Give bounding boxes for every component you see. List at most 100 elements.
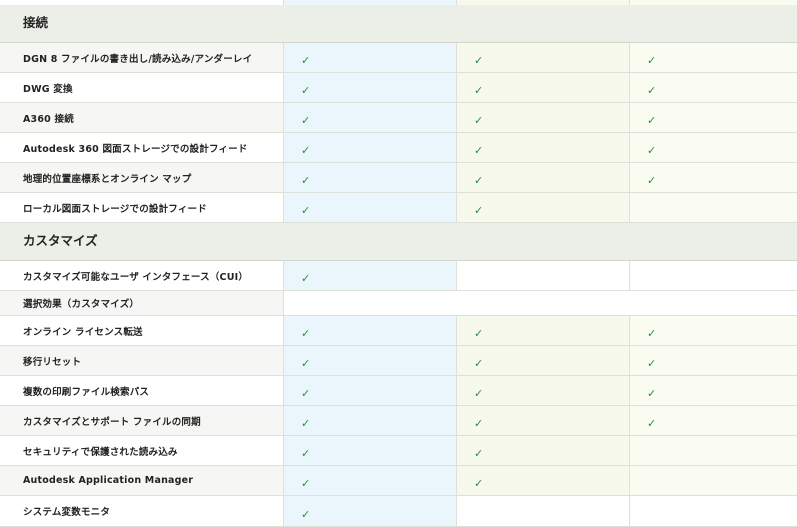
empty-cell [630,466,797,495]
check-icon: ✓ [301,477,311,490]
feature-label: A360 接続 [0,103,284,132]
check-cell: ✓ [284,346,457,375]
empty-cell [457,261,630,290]
check-icon: ✓ [474,357,484,370]
check-cell: ✓ [457,466,630,495]
feature-comparison-table: 接続 DGN 8 ファイルの書き出し/読み込み/アンダーレイ ✓ ✓ ✓ DWG… [0,0,797,527]
feature-label: オンライン ライセンス転送 [0,316,284,345]
check-cell: ✓ [284,376,457,405]
check-cell: ✓ [457,43,630,72]
table-row: オンライン ライセンス転送 ✓ ✓ ✓ [0,316,797,346]
check-icon: ✓ [474,144,484,157]
check-icon: ✓ [647,54,657,67]
check-cell: ✓ [284,43,457,72]
empty-cell [284,291,797,315]
check-cell: ✓ [630,133,797,162]
check-cell: ✓ [630,346,797,375]
check-icon: ✓ [474,477,484,490]
check-icon: ✓ [301,327,311,340]
check-icon: ✓ [647,387,657,400]
feature-label: DGN 8 ファイルの書き出し/読み込み/アンダーレイ [0,43,284,72]
check-cell: ✓ [284,496,457,526]
feature-label: セキュリティで保護された読み込み [0,436,284,465]
feature-label: DWG 変換 [0,73,284,102]
feature-label: 複数の印刷ファイル検索パス [0,376,284,405]
section-title: カスタマイズ [23,233,98,249]
check-cell: ✓ [284,73,457,102]
check-icon: ✓ [301,54,311,67]
feature-label: 地理的位置座標系とオンライン マップ [0,163,284,192]
check-icon: ✓ [647,327,657,340]
table-row: 移行リセット ✓ ✓ ✓ [0,346,797,376]
check-icon: ✓ [474,204,484,217]
check-cell: ✓ [457,376,630,405]
table-row: Autodesk 360 図面ストレージでの設計フィード ✓ ✓ ✓ [0,133,797,163]
check-icon: ✓ [474,447,484,460]
check-cell: ✓ [457,316,630,345]
check-cell: ✓ [284,466,457,495]
check-cell: ✓ [630,406,797,435]
check-cell: ✓ [284,193,457,222]
check-cell: ✓ [457,193,630,222]
check-icon: ✓ [301,417,311,430]
table-row: 地理的位置座標系とオンライン マップ ✓ ✓ ✓ [0,163,797,193]
check-cell: ✓ [284,103,457,132]
table-row: DWG 変換 ✓ ✓ ✓ [0,73,797,103]
check-icon: ✓ [474,387,484,400]
table-row: A360 接続 ✓ ✓ ✓ [0,103,797,133]
check-icon: ✓ [301,272,311,285]
check-cell: ✓ [630,43,797,72]
table-row: Autodesk Application Manager ✓ ✓ [0,466,797,496]
check-icon: ✓ [474,54,484,67]
feature-label: 移行リセット [0,346,284,375]
check-cell: ✓ [630,163,797,192]
feature-label: カスタマイズとサポート ファイルの同期 [0,406,284,435]
feature-label: カスタマイズ可能なユーザ インタフェース（CUI） [0,261,284,290]
check-icon: ✓ [301,204,311,217]
feature-label: 選択効果（カスタマイズ） [0,291,284,315]
check-icon: ✓ [301,357,311,370]
check-cell: ✓ [457,133,630,162]
table-row: システム変数モニタ ✓ [0,496,797,527]
feature-label: Autodesk 360 図面ストレージでの設計フィード [0,133,284,162]
check-icon: ✓ [647,84,657,97]
check-cell: ✓ [457,346,630,375]
check-icon: ✓ [474,114,484,127]
check-icon: ✓ [301,447,311,460]
check-icon: ✓ [647,144,657,157]
table-row: カスタマイズ可能なユーザ インタフェース（CUI） ✓ [0,261,797,291]
check-cell: ✓ [457,103,630,132]
check-cell: ✓ [630,316,797,345]
check-icon: ✓ [301,507,311,521]
check-icon: ✓ [301,387,311,400]
check-cell: ✓ [457,163,630,192]
check-cell: ✓ [630,103,797,132]
check-icon: ✓ [301,144,311,157]
empty-cell [457,496,630,526]
check-cell: ✓ [630,73,797,102]
check-cell: ✓ [284,316,457,345]
check-icon: ✓ [301,114,311,127]
check-cell: ✓ [284,261,457,290]
check-icon: ✓ [474,327,484,340]
check-icon: ✓ [301,84,311,97]
empty-cell [630,496,797,526]
check-cell: ✓ [457,436,630,465]
check-icon: ✓ [474,417,484,430]
table-row: セキュリティで保護された読み込み ✓ ✓ [0,436,797,466]
table-row: DGN 8 ファイルの書き出し/読み込み/アンダーレイ ✓ ✓ ✓ [0,43,797,73]
check-cell: ✓ [284,436,457,465]
check-cell: ✓ [284,163,457,192]
table-row: 選択効果（カスタマイズ） [0,291,797,316]
section-header-customization: カスタマイズ [0,223,797,261]
feature-label: ローカル図面ストレージでの設計フィード [0,193,284,222]
check-icon: ✓ [647,357,657,370]
feature-label: Autodesk Application Manager [0,466,284,495]
table-row: 複数の印刷ファイル検索パス ✓ ✓ ✓ [0,376,797,406]
table-row: ローカル図面ストレージでの設計フィード ✓ ✓ [0,193,797,223]
empty-cell [630,436,797,465]
feature-label: システム変数モニタ [0,496,284,526]
check-icon: ✓ [474,174,484,187]
check-icon: ✓ [647,114,657,127]
check-cell: ✓ [630,376,797,405]
